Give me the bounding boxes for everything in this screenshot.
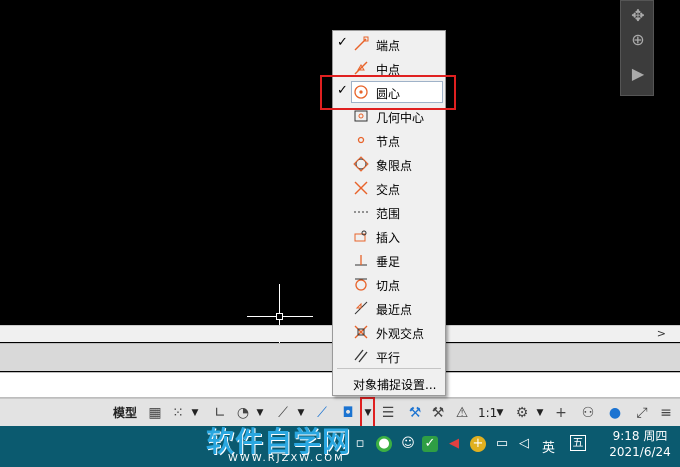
showmotion-icon[interactable]: ▶ bbox=[627, 63, 649, 85]
hardware-acceleration-icon[interactable]: ● bbox=[605, 403, 625, 423]
extension-icon bbox=[353, 204, 369, 220]
ime-mode[interactable]: 五 bbox=[570, 435, 586, 451]
ime-language[interactable]: 英 bbox=[542, 437, 555, 456]
annotation-scale-icon[interactable]: ⚠ bbox=[452, 403, 472, 423]
gear-icon[interactable]: ⚙ bbox=[512, 403, 532, 423]
auto-scale-icon[interactable]: ⚒ bbox=[428, 403, 448, 423]
osnap-item-intersection[interactable]: 交点 bbox=[333, 176, 445, 200]
annotation-visibility-icon[interactable]: ⚒ bbox=[405, 403, 425, 423]
tray-plus-icon[interactable]: + bbox=[470, 436, 486, 452]
lineweight-icon[interactable]: ☰ bbox=[378, 403, 398, 423]
model-tab[interactable]: 模型 bbox=[113, 404, 137, 421]
osnap-item-apparent-intersection[interactable]: 外观交点 bbox=[333, 320, 445, 344]
tray-360-icon[interactable]: ● bbox=[376, 436, 392, 452]
snap-mode-icon[interactable]: ⁙ bbox=[168, 403, 188, 423]
navigation-bar[interactable]: ✥ ⊕ ▶ bbox=[620, 0, 654, 96]
network-icon[interactable]: ▭ bbox=[494, 436, 510, 452]
menu-item-label: 范围 bbox=[376, 207, 401, 221]
osnap-settings-item[interactable]: 对象捕捉设置... bbox=[333, 372, 445, 394]
chevron-down-icon[interactable]: ▼ bbox=[535, 403, 545, 423]
center-item-highlight bbox=[320, 75, 456, 110]
isolate-objects-icon[interactable]: ⚇ bbox=[578, 403, 598, 423]
nearest-icon bbox=[353, 300, 369, 316]
chevron-down-icon[interactable]: ▼ bbox=[190, 403, 200, 423]
security-shield-icon[interactable]: ✓ bbox=[422, 436, 438, 452]
menu-item-label: 插入 bbox=[376, 231, 401, 245]
menu-item-label: 象限点 bbox=[376, 159, 413, 173]
plus-icon[interactable]: + bbox=[551, 403, 571, 423]
fullscreen-icon[interactable]: ⤢ bbox=[632, 403, 652, 423]
checkmark-icon: ✓ bbox=[337, 35, 348, 50]
node-icon bbox=[353, 132, 369, 148]
perpendicular-icon bbox=[353, 252, 369, 268]
quadrant-icon bbox=[353, 156, 369, 172]
osnap-item-perpendicular[interactable]: 垂足 bbox=[333, 248, 445, 272]
menu-item-label: 交点 bbox=[376, 183, 401, 197]
chevron-down-icon[interactable]: ▼ bbox=[495, 403, 505, 423]
object-snap-dropdown-highlight bbox=[360, 397, 375, 428]
speaker-muted-icon[interactable]: ◀ bbox=[446, 436, 462, 452]
customize-menu-icon[interactable]: ≡ bbox=[656, 403, 676, 423]
clock-time: 9:18 周四 bbox=[612, 429, 668, 443]
osnap-item-nearest[interactable]: 最近点 bbox=[333, 296, 445, 320]
endpoint-icon bbox=[353, 36, 369, 52]
intersection-icon bbox=[353, 180, 369, 196]
pan-icon[interactable]: ✥ bbox=[627, 5, 649, 27]
parallel-icon bbox=[353, 348, 369, 364]
geometric-center-icon bbox=[353, 108, 369, 124]
osnap-item-insert[interactable]: 插入 bbox=[333, 224, 445, 248]
menu-item-label: 平行 bbox=[376, 351, 401, 365]
menu-item-label: 垂足 bbox=[376, 255, 401, 269]
menu-item-label: 几何中心 bbox=[376, 111, 425, 125]
tray-app-icon[interactable]: ▫ bbox=[352, 436, 368, 452]
watermark-url: WWW.RJZXW.COM bbox=[228, 453, 345, 464]
tangent-icon bbox=[353, 276, 369, 292]
menu-item-label: 外观交点 bbox=[376, 327, 425, 341]
osnap-item-quadrant[interactable]: 象限点 bbox=[333, 152, 445, 176]
clock-date: 2021/6/24 bbox=[609, 445, 671, 459]
menu-item-label: 端点 bbox=[376, 39, 401, 53]
menu-item-label: 节点 bbox=[376, 135, 401, 149]
volume-icon[interactable]: ◁ bbox=[516, 436, 532, 452]
osnap-item-tangent[interactable]: 切点 bbox=[333, 272, 445, 296]
chevron-right-icon[interactable]: > bbox=[657, 327, 666, 340]
orbit-icon[interactable]: ⊕ bbox=[627, 29, 649, 51]
osnap-item-parallel[interactable]: 平行 bbox=[333, 344, 445, 368]
osnap-item-extension[interactable]: 范围 bbox=[333, 200, 445, 224]
midpoint-icon bbox=[353, 60, 369, 76]
osnap-item-endpoint[interactable]: ✓ 端点 bbox=[333, 32, 445, 56]
menu-separator bbox=[337, 368, 441, 369]
menu-item-label: 切点 bbox=[376, 279, 401, 293]
system-clock[interactable]: 9:18 周四 2021/6/24 bbox=[605, 428, 675, 460]
apparent-intersection-icon bbox=[353, 324, 369, 340]
osnap-item-node[interactable]: 节点 bbox=[333, 128, 445, 152]
menu-item-label: 最近点 bbox=[376, 303, 413, 317]
menu-item-label: 对象捕捉设置... bbox=[353, 378, 437, 392]
qq-icon[interactable]: ☺ bbox=[400, 436, 416, 452]
grid-icon[interactable]: ▦ bbox=[145, 403, 165, 423]
insert-icon bbox=[353, 228, 369, 244]
